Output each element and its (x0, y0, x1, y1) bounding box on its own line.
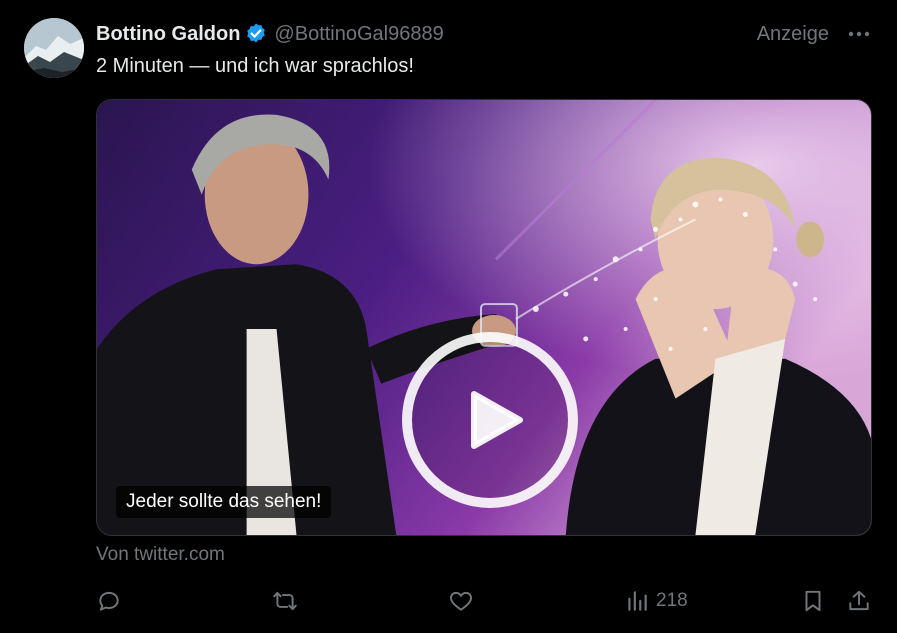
retweet-icon (273, 591, 297, 611)
avatar-image (24, 18, 84, 78)
reply-icon (99, 591, 119, 611)
bookmark-icon (805, 590, 821, 612)
more-options-icon[interactable] (845, 20, 873, 48)
video-thumbnail[interactable]: Jeder sollte das sehen! (96, 99, 872, 536)
views-count: 218 (656, 590, 688, 611)
heart-icon (450, 591, 472, 611)
views-icon (628, 591, 647, 611)
like-button[interactable] (448, 584, 474, 618)
avatar[interactable] (24, 18, 84, 78)
video-caption: Jeder sollte das sehen! (116, 486, 332, 518)
reply-button[interactable] (96, 584, 122, 618)
author-handle[interactable]: @BottinoGal96889 (274, 23, 443, 46)
ad-label: Anzeige (756, 22, 829, 45)
tweet-actions: 218 (96, 584, 872, 618)
verified-badge-icon (244, 22, 268, 46)
play-button[interactable] (402, 332, 578, 508)
share-button[interactable] (846, 584, 872, 618)
tweet-header: Bottino Galdon @BottinoGal96889 Anzeige (96, 20, 873, 48)
link-source[interactable]: Von twitter.com (96, 544, 225, 566)
author-display-name[interactable]: Bottino Galdon (96, 23, 240, 46)
share-icon (849, 590, 869, 611)
bookmark-button[interactable] (800, 584, 826, 618)
tweet-text: 2 Minuten — und ich war sprachlos! (96, 55, 414, 77)
retweet-button[interactable] (272, 584, 298, 618)
views-button[interactable]: 218 (624, 584, 688, 618)
play-icon (471, 391, 523, 449)
